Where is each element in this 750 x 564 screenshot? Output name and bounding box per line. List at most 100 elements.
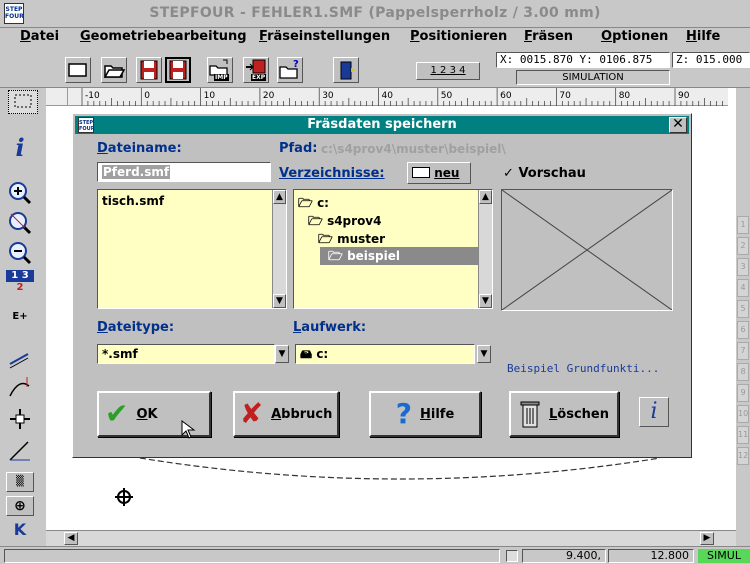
scroll-up-icon[interactable]: ▲ [273,190,286,204]
right-layer-button[interactable]: 8 [737,363,749,381]
new-file-button[interactable] [65,57,91,83]
right-layer-button[interactable]: 7 [737,342,749,360]
ruler-label: 40 [382,91,394,101]
new-folder-button[interactable]: neu [407,162,471,184]
right-layer-button[interactable]: 2 [737,237,749,255]
filetype-label: Dateitype: [97,320,175,335]
dialog-title-bar[interactable]: STEP FOUR Fräsdaten speichern ✕ [75,116,689,134]
right-layer-button[interactable]: 12 [737,447,749,465]
right-layer-button[interactable]: 3 [737,258,749,276]
ok-label: OK [136,406,158,422]
directory-tree[interactable]: 🗁 c: 🗁 s4prov4 🗁 muster 🗁 beispiel ▲ ▼ [293,189,493,309]
dialog-logo: STEP FOUR [78,117,95,133]
dir-item-s4prov4[interactable]: 🗁 s4prov4 [308,212,381,230]
folder-open-icon [103,65,126,78]
menu-geometriebearbeitung[interactable]: Geometriebearbeitung [80,29,247,44]
direction-button[interactable] [6,344,34,372]
imp-label: IMP [214,74,229,81]
scroll-down-icon[interactable]: ▼ [273,294,286,308]
ruler-label: 0 [144,91,150,101]
empty-preview-icon [501,189,673,311]
measure-button[interactable] [6,438,34,466]
scroll-right-icon[interactable]: ▶ [700,532,714,545]
zoom-out-button[interactable] [6,240,34,268]
dir-item-root[interactable]: 🗁 c: [298,194,329,212]
delete-button[interactable]: Löschen [509,391,619,437]
menu-optionen[interactable]: Optionen [601,29,668,44]
dir-item-beispiel[interactable]: 🗁 beispiel [320,247,478,265]
save-button[interactable] [136,57,162,83]
k-button[interactable]: K [6,520,34,540]
drive-dropdown-icon[interactable]: ▼ [477,345,491,363]
drive-select[interactable]: 🖴 c: [295,344,475,364]
preview-checkbox[interactable]: ✓ Vorschau [503,166,586,181]
path-label: Pfad: [279,141,318,156]
right-layer-button[interactable]: 10 [737,405,749,423]
file-list-scrollbar[interactable]: ▲ ▼ [272,190,286,308]
menu-fraesen[interactable]: Fräsen [524,29,573,44]
filetype-dropdown-icon[interactable]: ▼ [275,345,289,363]
menu-hilfe[interactable]: Hilfe [686,29,720,44]
zoom-in-button[interactable] [6,180,34,208]
right-layer-button[interactable]: 9 [737,384,749,402]
info-icon[interactable]: i [639,397,669,427]
direction-icon [9,353,29,369]
title-bar: STEP FOUR STEPFOUR - FEHLER1.SMF (Pappel… [0,0,750,28]
open-file-button[interactable] [101,57,127,83]
disk-icon [140,60,158,80]
file-list[interactable]: tisch.smf ▲ ▼ [97,189,287,309]
cross-icon: ✘ [239,397,264,430]
zoom-window-icon [9,212,32,235]
status-message [4,549,500,563]
door-exit-button[interactable] [333,57,359,83]
contour-button[interactable] [6,374,34,402]
grid-button[interactable]: ▒ [6,472,34,492]
ruler-label: 20 [263,91,275,101]
select-rect-button[interactable] [8,90,38,114]
help-button[interactable]: ? Hilfe [369,391,481,437]
file-item[interactable]: tisch.smf [102,192,282,210]
start-point-icon: E+ [12,311,28,322]
horizontal-scrollbar[interactable]: ◀ ▶ [46,530,736,546]
coord-x: X: 0015.870 [500,53,573,66]
dir-item-muster[interactable]: 🗁 muster [318,230,385,248]
target-button[interactable]: ⊕ [6,496,34,516]
scroll-down-icon[interactable]: ▼ [479,294,492,308]
right-layer-button[interactable]: 6 [737,321,749,339]
scroll-up-icon[interactable]: ▲ [479,190,492,204]
folder-icon [412,167,430,178]
layer-4[interactable]: 4 [459,65,465,76]
order-button[interactable]: 1 32 [6,270,34,298]
layer-3[interactable]: 3 [450,65,456,76]
layer-selector[interactable]: 1 2 3 4 [416,62,480,80]
origin-marker-icon[interactable] [115,488,133,506]
layer-2[interactable]: 2 [440,65,446,76]
menu-positionieren[interactable]: Positionieren [410,29,507,44]
close-icon[interactable]: ✕ [669,117,687,133]
zoom-window-button[interactable] [6,210,34,238]
layer-1[interactable]: 1 [430,65,436,76]
menu-fraeseinstellungen[interactable]: Fräseinstellungen [259,29,390,44]
right-layer-button[interactable]: 11 [737,426,749,444]
cancel-label: Abbruch [271,406,333,422]
crosshair-tool-button[interactable] [6,406,34,434]
start-point-button[interactable]: E+ [6,303,34,331]
save-as-button[interactable] [165,57,191,83]
right-layer-button[interactable]: 5 [737,300,749,318]
right-layer-button[interactable]: 4 [737,279,749,297]
filetype-select[interactable]: *.smf [97,344,275,364]
dir-tree-scrollbar[interactable]: ▲ ▼ [478,190,492,308]
info-button[interactable]: i [6,134,34,162]
save-dialog: STEP FOUR Fräsdaten speichern ✕ Dateinam… [72,113,692,458]
dirs-label: Verzeichnisse: [279,166,385,181]
open-help-button[interactable]: ? [277,57,303,83]
right-layer-button[interactable]: 1 [737,216,749,234]
export-button[interactable]: EXP [243,57,269,83]
import-button[interactable]: IMP [207,57,233,83]
grid-icon: ▒ [16,476,24,487]
target-icon: ⊕ [14,498,26,514]
filename-input[interactable]: Pferd.smf [97,162,271,182]
scroll-left-icon[interactable]: ◀ [64,532,78,545]
cancel-button[interactable]: ✘ Abbruch [233,391,339,437]
menu-datei[interactable]: Datei [20,29,59,44]
